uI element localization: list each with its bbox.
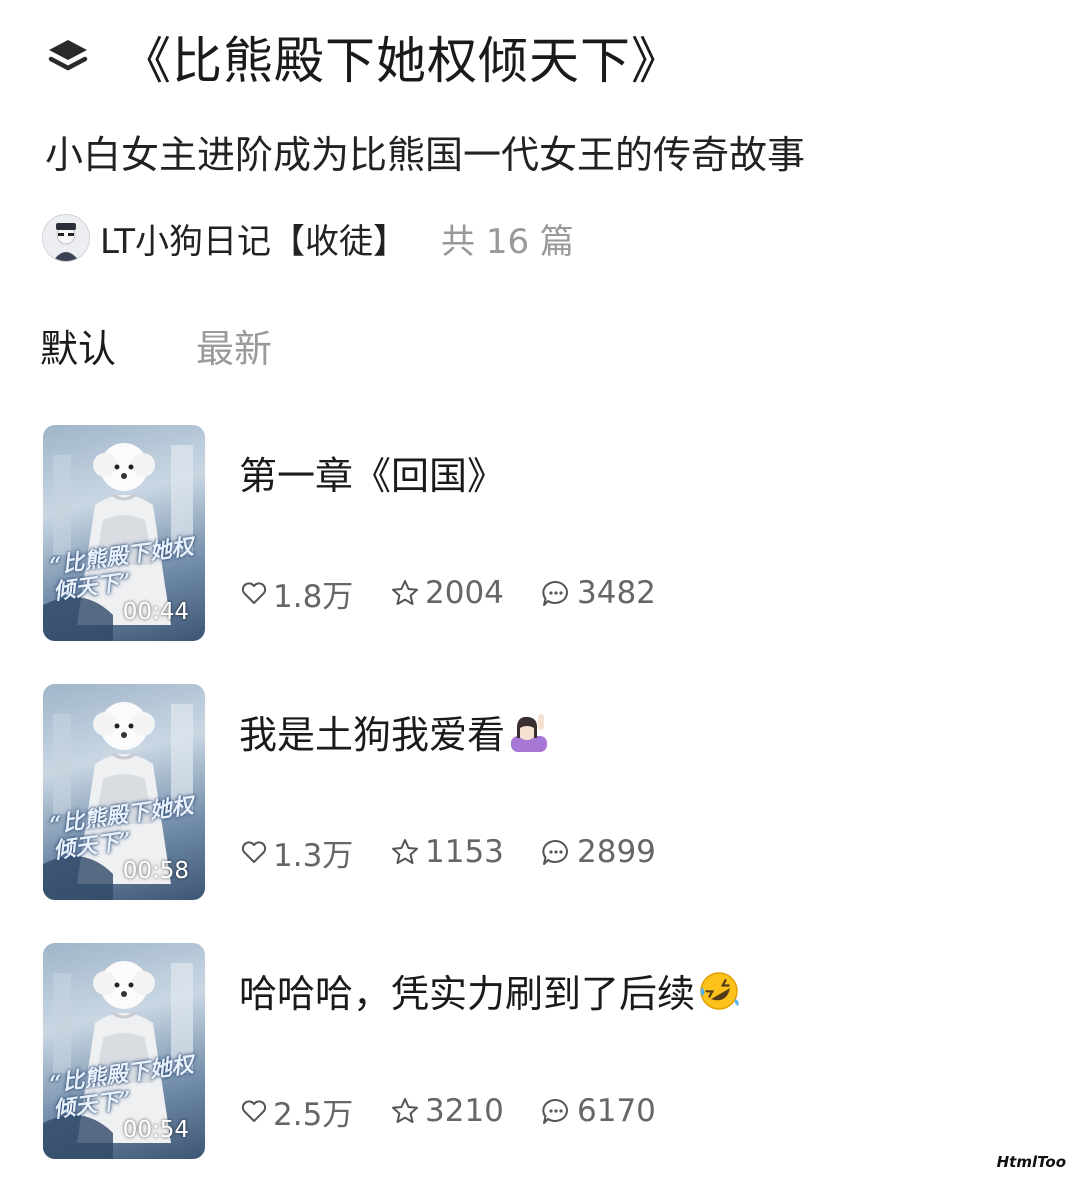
likes-count: 1.3万: [273, 837, 354, 874]
watermark: HtmlToo: [996, 1153, 1066, 1171]
favorites-stat[interactable]: 3210: [389, 1093, 539, 1129]
video-duration: 00:58: [122, 858, 189, 884]
likes-stat[interactable]: 1.8万: [239, 571, 389, 616]
layers-icon: [48, 40, 88, 71]
episode-stats: 1.3万 1153 2899: [239, 830, 656, 875]
tab-latest[interactable]: 最新: [196, 318, 272, 373]
video-thumbnail[interactable]: “比熊殿下她权倾天下” 00:54: [43, 943, 205, 1159]
episode-title-text: 我是土狗我爱看: [239, 713, 506, 757]
likes-stat[interactable]: 2.5万: [239, 1089, 389, 1134]
episode-title-text: 第一章《回国》: [239, 454, 506, 498]
tab-default[interactable]: 默认: [40, 318, 116, 373]
sort-tabs: 默认 最新: [40, 318, 272, 373]
video-duration: 00:54: [122, 1117, 189, 1143]
star-icon: [392, 839, 418, 864]
comments-stat[interactable]: 6170: [539, 1093, 656, 1129]
episode-title: 哈哈哈，凭实力刷到了后续: [239, 963, 741, 1018]
author-row: LT小狗日记【收徒】 共 16 篇: [42, 212, 574, 264]
episode-item[interactable]: “比熊殿下她权倾天下” 00:58 我是土狗我爱看 1.3万 1153 2899: [43, 684, 1043, 900]
episode-item[interactable]: “比熊殿下她权倾天下” 00:54 哈哈哈，凭实力刷到了后续 2.5万 3210…: [43, 943, 1043, 1159]
collection-subtitle: 小白女主进阶成为比熊国一代女王的传奇故事: [45, 133, 806, 177]
likes-count: 2.5万: [273, 1096, 354, 1133]
collection-header: 《比熊殿下她权倾天下》: [45, 22, 682, 92]
comment-icon: [542, 1098, 568, 1124]
video-thumbnail[interactable]: “比熊殿下她权倾天下” 00:58: [43, 684, 205, 900]
comments-stat[interactable]: 2899: [539, 834, 656, 870]
episode-title: 我是土狗我爱看: [239, 704, 551, 759]
episode-title-text: 哈哈哈，凭实力刷到了后续: [239, 972, 696, 1016]
comment-icon: [542, 839, 568, 865]
favorites-stat[interactable]: 1153: [389, 834, 539, 870]
favorites-stat[interactable]: 2004: [389, 575, 539, 611]
comment-icon: [542, 580, 568, 606]
comments-count: 3482: [577, 575, 656, 611]
likes-stat[interactable]: 1.3万: [239, 830, 389, 875]
favorites-count: 3210: [425, 1093, 504, 1129]
heart-icon: [241, 1100, 267, 1122]
avatar[interactable]: [42, 214, 90, 262]
person-raising-hand-emoji: [511, 713, 548, 752]
rolling-laughing-emoji: [700, 971, 739, 1010]
video-duration: 00:44: [122, 599, 189, 625]
video-thumbnail[interactable]: “比熊殿下她权倾天下” 00:44: [43, 425, 205, 641]
episode-stats: 2.5万 3210 6170: [239, 1089, 656, 1134]
favorites-count: 1153: [425, 834, 504, 870]
author-name[interactable]: LT小狗日记【收徒】: [100, 214, 407, 263]
heart-icon: [241, 841, 267, 863]
episode-item[interactable]: “比熊殿下她权倾天下” 00:44 第一章《回国》 1.8万 2004 3482: [43, 425, 1043, 641]
episode-stats: 1.8万 2004 3482: [239, 571, 656, 616]
episode-title: 第一章《回国》: [239, 445, 505, 500]
favorites-count: 2004: [425, 575, 504, 611]
star-icon: [392, 580, 418, 605]
collection-title: 《比熊殿下她权倾天下》: [121, 32, 682, 90]
episode-count: 共 16 篇: [441, 221, 574, 262]
comments-stat[interactable]: 3482: [539, 575, 656, 611]
comments-count: 6170: [577, 1093, 656, 1129]
likes-count: 1.8万: [273, 578, 354, 615]
heart-icon: [241, 582, 267, 604]
star-icon: [392, 1098, 418, 1123]
comments-count: 2899: [577, 834, 656, 870]
